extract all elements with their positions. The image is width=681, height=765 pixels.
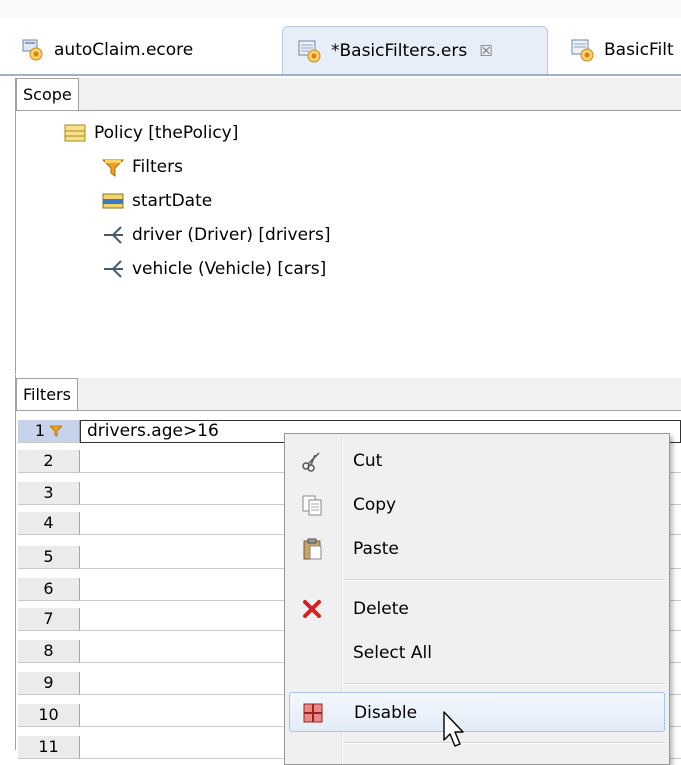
filter-expression: drivers.age>16 bbox=[87, 421, 219, 441]
tree-item-filters[interactable]: Filters bbox=[101, 150, 183, 184]
tab-bar-underline bbox=[0, 74, 681, 76]
paste-clipboard-icon bbox=[301, 538, 323, 560]
tree-item-vehicle[interactable]: vehicle (Vehicle) [cars] bbox=[102, 252, 326, 286]
reference-icon bbox=[102, 224, 124, 246]
cut-scissors-icon bbox=[301, 450, 323, 472]
menu-item-delete[interactable]: Delete bbox=[289, 589, 665, 629]
tab-basicfilters-ers[interactable]: *BasicFilters.ers ☒ bbox=[282, 26, 548, 74]
filters-tab[interactable]: Filters bbox=[16, 378, 78, 410]
tree-item-policy[interactable]: Policy [thePolicy] bbox=[64, 116, 238, 150]
row-number-cell[interactable]: 1 bbox=[18, 420, 80, 443]
close-tab-icon[interactable]: ☒ bbox=[479, 42, 492, 60]
tree-item-label: Filters bbox=[132, 157, 183, 177]
editor-tab-bar: autoClaim.ecore *BasicFilters.ers ☒ Basi… bbox=[0, 0, 681, 78]
row-number-cell[interactable]: 6 bbox=[18, 578, 80, 601]
row-number-cell[interactable]: 2 bbox=[18, 450, 80, 473]
menu-item-disable[interactable]: Disable bbox=[289, 692, 665, 732]
row-number-cell[interactable]: 3 bbox=[18, 482, 80, 505]
tree-item-driver[interactable]: driver (Driver) [drivers] bbox=[102, 218, 331, 252]
filters-tab-strip bbox=[16, 378, 681, 411]
menu-item-label: Cut bbox=[353, 451, 383, 471]
scope-tab[interactable]: Scope bbox=[16, 78, 79, 110]
tab-label: *BasicFilters.ers bbox=[331, 40, 468, 61]
scope-panel: Scope Policy [thePolicy] Filters startDa… bbox=[15, 78, 681, 374]
row-number-cell[interactable]: 8 bbox=[18, 640, 80, 663]
tab-label: autoClaim.ecore bbox=[54, 40, 194, 60]
ers-file-icon bbox=[570, 37, 596, 63]
tab-autoclaim-ecore[interactable]: autoClaim.ecore bbox=[6, 26, 276, 74]
context-menu: Cut Copy Paste Delete Select All Disable bbox=[284, 433, 670, 765]
class-icon bbox=[64, 122, 86, 144]
row-number-cell[interactable]: 11 bbox=[18, 736, 80, 759]
row-number-cell[interactable]: 5 bbox=[18, 546, 80, 569]
menu-separator bbox=[345, 683, 665, 685]
row-number: 1 bbox=[34, 421, 46, 440]
tab-bar-top-strip bbox=[0, 0, 681, 18]
row-number-cell[interactable]: 7 bbox=[18, 608, 80, 631]
tree-item-label: vehicle (Vehicle) [cars] bbox=[132, 259, 327, 279]
menu-item-label: Copy bbox=[353, 495, 397, 515]
attribute-icon bbox=[102, 190, 124, 212]
tree-item-label: Policy [thePolicy] bbox=[94, 123, 239, 143]
row-number-cell[interactable]: 9 bbox=[18, 672, 80, 695]
tree-item-label: driver (Driver) [drivers] bbox=[132, 225, 331, 245]
filter-funnel-icon bbox=[49, 425, 64, 437]
delete-x-icon bbox=[301, 598, 323, 620]
menu-item-label: Delete bbox=[353, 599, 409, 619]
disable-grid-icon bbox=[302, 702, 324, 724]
ers-file-icon bbox=[297, 38, 323, 64]
menu-item-label: Disable bbox=[354, 703, 418, 723]
mouse-pointer-icon bbox=[438, 710, 468, 750]
row-number-cell[interactable]: 10 bbox=[18, 704, 80, 727]
tab-label: BasicFilt bbox=[604, 40, 674, 60]
menu-item-label: Select All bbox=[353, 643, 432, 663]
menu-item-cut[interactable]: Cut bbox=[289, 441, 665, 481]
scope-tab-strip bbox=[16, 78, 681, 111]
tree-item-startdate[interactable]: startDate bbox=[102, 184, 212, 218]
row-number-cell[interactable]: 4 bbox=[18, 512, 80, 535]
filter-funnel-icon bbox=[101, 156, 125, 178]
menu-item-paste[interactable]: Paste bbox=[289, 529, 665, 569]
menu-separator bbox=[345, 742, 665, 744]
tab-basicfilt[interactable]: BasicFilt bbox=[556, 26, 681, 74]
copy-icon bbox=[301, 494, 323, 516]
reference-icon bbox=[102, 258, 124, 280]
menu-item-copy[interactable]: Copy bbox=[289, 485, 665, 525]
menu-item-select-all[interactable]: Select All bbox=[289, 633, 665, 673]
ecore-model-icon bbox=[20, 37, 46, 63]
menu-separator bbox=[345, 579, 665, 581]
tree-item-label: startDate bbox=[132, 191, 213, 211]
menu-item-label: Paste bbox=[353, 539, 399, 559]
